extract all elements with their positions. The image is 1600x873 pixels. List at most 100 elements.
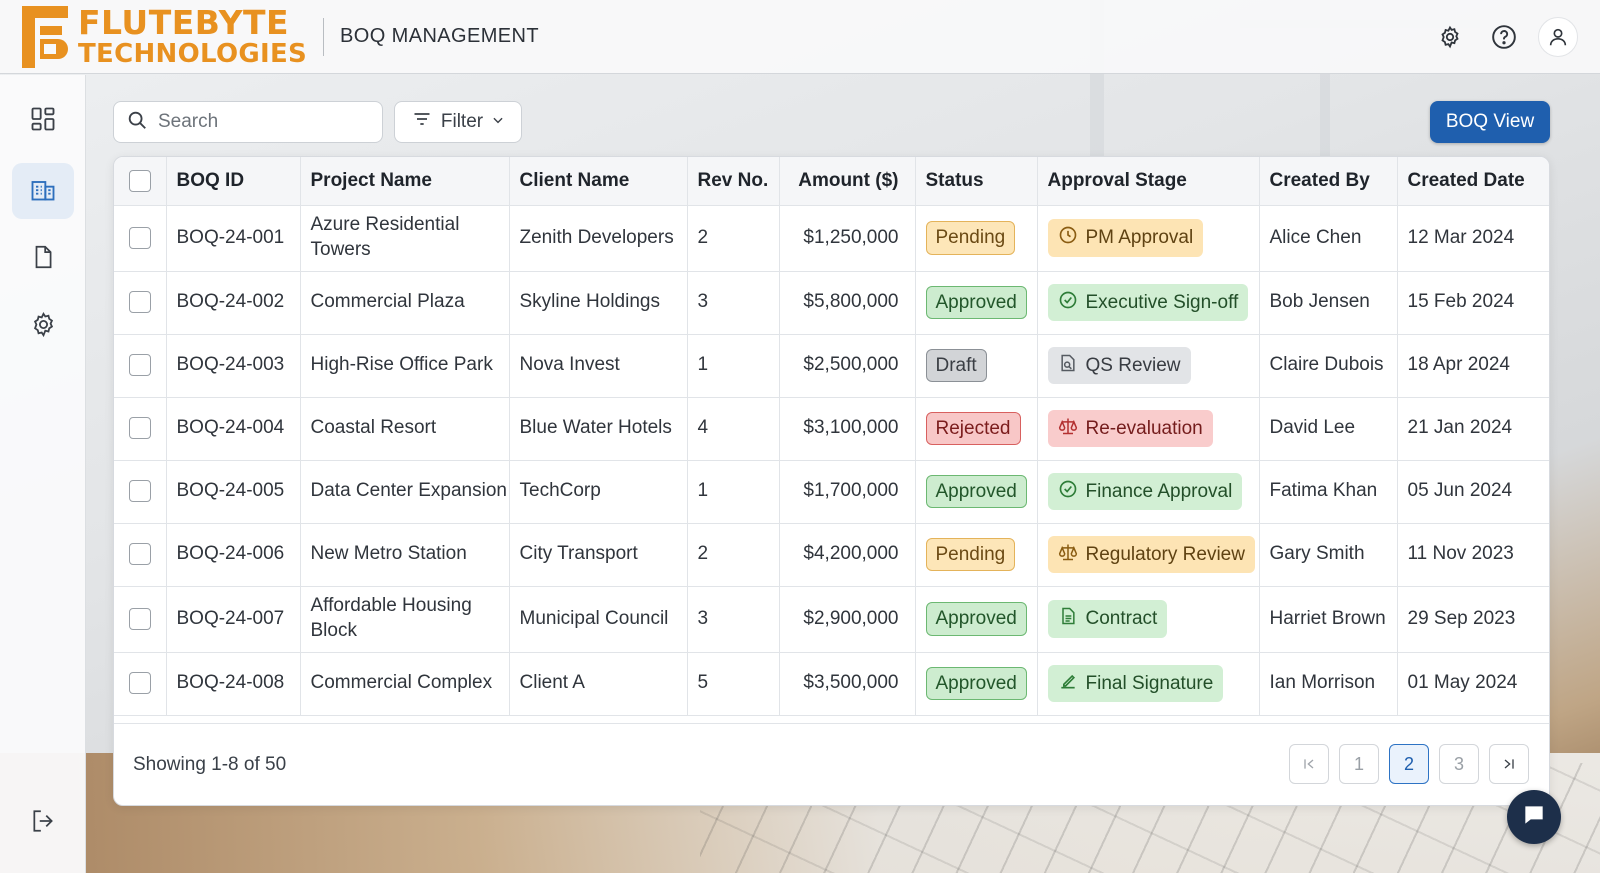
filter-label: Filter <box>440 111 484 132</box>
row-checkbox[interactable] <box>128 672 151 695</box>
approval-stage-cell: PM Approval <box>1037 205 1260 272</box>
table-row[interactable]: BOQ-24-006 New Metro Station City Transp… <box>114 523 1549 587</box>
row-checkbox[interactable] <box>128 291 151 314</box>
search-input[interactable] <box>158 111 358 133</box>
company-logo[interactable]: FLUTEBYTE TECHNOLOGIES <box>22 0 307 74</box>
status-cell: Rejected <box>915 397 1038 461</box>
amount-cell: $3,100,000 <box>779 397 916 461</box>
search-box[interactable] <box>113 101 383 143</box>
rev-no-cell: 5 <box>687 652 780 716</box>
amount-cell: $2,500,000 <box>779 334 916 398</box>
approval-stage-label: Regulatory Review <box>1085 543 1245 565</box>
sidebar-item-logout[interactable] <box>12 795 74 851</box>
select-all-cell <box>114 157 167 206</box>
client-name-cell: TechCorp <box>509 460 688 524</box>
row-checkbox[interactable] <box>128 354 151 377</box>
pagination: 1 2 3 <box>1289 744 1529 784</box>
scale-icon <box>1058 542 1078 568</box>
logo-text-line2: TECHNOLOGIES <box>78 39 308 69</box>
sidebar-item-dashboard[interactable] <box>12 93 74 149</box>
help-icon[interactable] <box>1484 17 1524 57</box>
approval-stage-label: Re-evaluation <box>1085 417 1203 439</box>
dashboard-icon <box>29 105 57 138</box>
column-header[interactable]: BOQ ID <box>166 157 301 206</box>
pen-icon <box>1058 671 1078 697</box>
status-cell: Pending <box>915 523 1038 587</box>
boq-view-button[interactable]: BOQ View <box>1430 101 1550 143</box>
last-page-button[interactable] <box>1489 744 1529 784</box>
table-header-row: BOQ ID Project Name Client Name Rev No. … <box>114 157 1549 206</box>
filter-button[interactable]: Filter <box>394 101 522 143</box>
status-cell: Approved <box>915 652 1038 716</box>
created-by-cell: Bob Jensen <box>1259 271 1398 335</box>
table-row[interactable]: BOQ-24-008 Commercial Complex Client A 5… <box>114 652 1549 716</box>
table-row[interactable]: BOQ-24-007 Affordable Housing Block Muni… <box>114 586 1549 653</box>
project-name-cell: Azure Residential Towers <box>300 205 510 272</box>
approval-stage-chip: Finance Approval <box>1047 472 1243 511</box>
settings-icon[interactable] <box>1430 17 1470 57</box>
client-name-cell: Zenith Developers <box>509 205 688 272</box>
sidebar-item-settings[interactable] <box>12 299 74 355</box>
row-checkbox[interactable] <box>128 607 151 630</box>
table-row[interactable]: BOQ-24-004 Coastal Resort Blue Water Hot… <box>114 397 1549 461</box>
column-header[interactable]: Rev No. <box>687 157 780 206</box>
document-icon <box>30 243 56 276</box>
status-badge: Approved <box>925 666 1027 701</box>
status-badge: Approved <box>925 285 1027 320</box>
project-name-cell: Affordable Housing Block <box>300 586 510 653</box>
table-row[interactable]: BOQ-24-003 High-Rise Office Park Nova In… <box>114 334 1549 398</box>
page-button-1[interactable]: 1 <box>1339 744 1379 784</box>
client-name-cell: Nova Invest <box>509 334 688 398</box>
boq-table: BOQ ID Project Name Client Name Rev No. … <box>114 157 1549 716</box>
sidebar-item-documents[interactable] <box>12 231 74 287</box>
approval-stage-cell: Regulatory Review <box>1037 523 1260 587</box>
row-select-cell <box>114 460 167 524</box>
chat-button[interactable] <box>1507 790 1561 844</box>
table-row[interactable]: BOQ-24-005 Data Center Expansion TechCor… <box>114 460 1549 524</box>
first-page-button[interactable] <box>1289 744 1329 784</box>
document-search-icon <box>1058 353 1078 379</box>
sidebar-item-boq[interactable] <box>12 163 74 219</box>
column-header[interactable]: Project Name <box>300 157 510 206</box>
column-header[interactable]: Created Date <box>1397 157 1549 206</box>
column-header[interactable]: Approval Stage <box>1037 157 1260 206</box>
created-by-cell: Claire Dubois <box>1259 334 1398 398</box>
settings-icon <box>30 311 57 343</box>
logo-text-line1: FLUTEBYTE <box>78 3 290 42</box>
pagination-summary: Showing 1-8 of 50 <box>133 753 287 775</box>
table-row[interactable]: BOQ-24-001 Azure Residential Towers Zeni… <box>114 205 1549 272</box>
select-all-checkbox[interactable] <box>128 169 151 192</box>
document-icon <box>1058 606 1078 632</box>
boq-id-cell: BOQ-24-005 <box>166 460 301 524</box>
approval-stage-cell: Final Signature <box>1037 652 1260 716</box>
row-checkbox[interactable] <box>128 543 151 566</box>
row-select-cell <box>114 397 167 461</box>
table-row[interactable]: BOQ-24-002 Commercial Plaza Skyline Hold… <box>114 271 1549 335</box>
approval-stage-cell: QS Review <box>1037 334 1260 398</box>
status-badge: Pending <box>925 221 1016 255</box>
created-by-cell: Gary Smith <box>1259 523 1398 587</box>
row-select-cell <box>114 334 167 398</box>
approval-stage-chip: Executive Sign-off <box>1047 283 1249 322</box>
column-header[interactable]: Amount ($) <box>779 157 916 206</box>
page-button-2[interactable]: 2 <box>1389 744 1429 784</box>
column-header[interactable]: Client Name <box>509 157 688 206</box>
row-checkbox[interactable] <box>128 226 151 249</box>
client-name-cell: City Transport <box>509 523 688 587</box>
created-date-cell: 12 Mar 2024 <box>1397 205 1549 272</box>
page-button-3[interactable]: 3 <box>1439 744 1479 784</box>
user-avatar-icon[interactable] <box>1538 17 1578 57</box>
chevron-down-icon <box>491 111 505 133</box>
table-footer: Showing 1-8 of 50 1 2 3 <box>114 723 1549 805</box>
project-name-cell: Data Center Expansion <box>300 460 510 524</box>
column-header[interactable]: Status <box>915 157 1038 206</box>
column-header[interactable]: Created By <box>1259 157 1398 206</box>
sidebar <box>0 75 86 873</box>
approval-stage-label: Executive Sign-off <box>1085 291 1239 313</box>
boq-id-cell: BOQ-24-006 <box>166 523 301 587</box>
approval-stage-cell: Finance Approval <box>1037 460 1260 524</box>
approval-stage-cell: Re-evaluation <box>1037 397 1260 461</box>
approval-stage-cell: Executive Sign-off <box>1037 271 1260 335</box>
row-checkbox[interactable] <box>128 417 151 440</box>
row-checkbox[interactable] <box>128 480 151 503</box>
